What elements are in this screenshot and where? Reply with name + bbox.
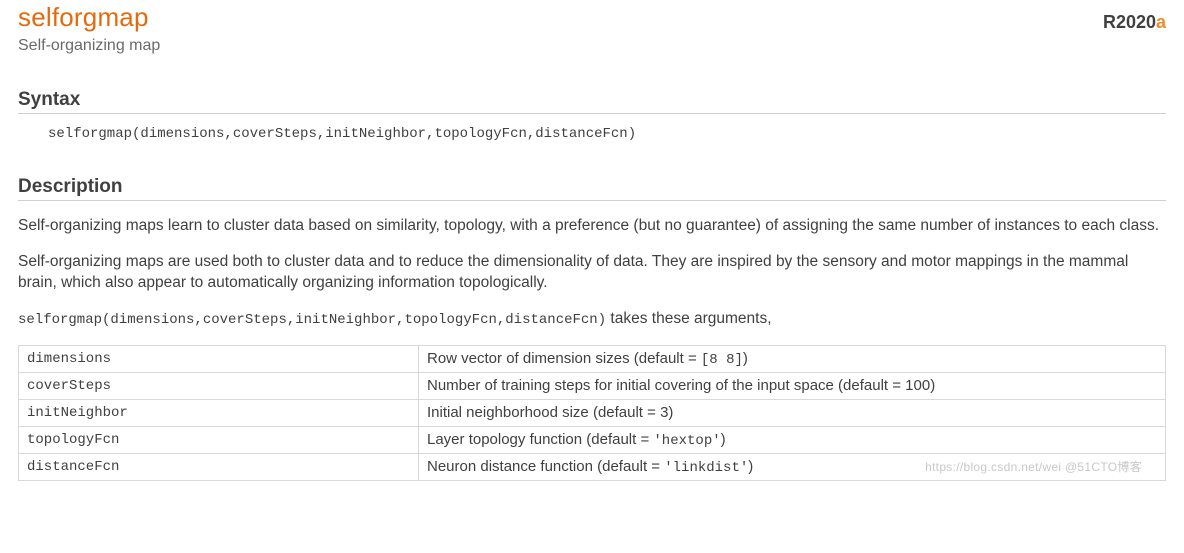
release-prefix: R <box>1103 12 1116 32</box>
description-call-tail: takes these arguments, <box>606 310 771 327</box>
arg-name: topologyFcn <box>19 426 419 453</box>
arg-desc: Number of training steps for initial cov… <box>419 372 1166 399</box>
arg-desc: Initial neighborhood size (default = 3) <box>419 399 1166 426</box>
arg-name: dimensions <box>19 345 419 372</box>
syntax-code: selforgmap(dimensions,coverSteps,initNei… <box>18 118 1166 142</box>
table-row: coverSteps Number of training steps for … <box>19 372 1166 399</box>
arg-name: coverSteps <box>19 372 419 399</box>
table-row: dimensions Row vector of dimension sizes… <box>19 345 1166 372</box>
arguments-table: dimensions Row vector of dimension sizes… <box>18 345 1166 481</box>
description-para-1: Self-organizing maps learn to cluster da… <box>18 215 1166 237</box>
arg-name: distanceFcn <box>19 453 419 480</box>
page-title: selforgmap <box>18 2 149 33</box>
release-year: 2020 <box>1116 12 1156 32</box>
arg-desc: Neuron distance function (default = 'lin… <box>419 453 1166 480</box>
table-row: distanceFcn Neuron distance function (de… <box>19 453 1166 480</box>
description-para-2: Self-organizing maps are used both to cl… <box>18 251 1166 294</box>
description-heading: Description <box>18 176 1166 201</box>
table-row: initNeighbor Initial neighborhood size (… <box>19 399 1166 426</box>
release-badge: R2020a <box>1103 12 1166 33</box>
arg-name: initNeighbor <box>19 399 419 426</box>
arg-desc: Layer topology function (default = 'hext… <box>419 426 1166 453</box>
arg-desc: Row vector of dimension sizes (default =… <box>419 345 1166 372</box>
release-suffix: a <box>1156 12 1166 32</box>
description-call-line: selforgmap(dimensions,coverSteps,initNei… <box>18 308 1166 331</box>
description-call-code: selforgmap(dimensions,coverSteps,initNei… <box>18 312 606 328</box>
syntax-heading: Syntax <box>18 89 1166 114</box>
page-subtitle: Self-organizing map <box>18 37 1166 55</box>
table-row: topologyFcn Layer topology function (def… <box>19 426 1166 453</box>
